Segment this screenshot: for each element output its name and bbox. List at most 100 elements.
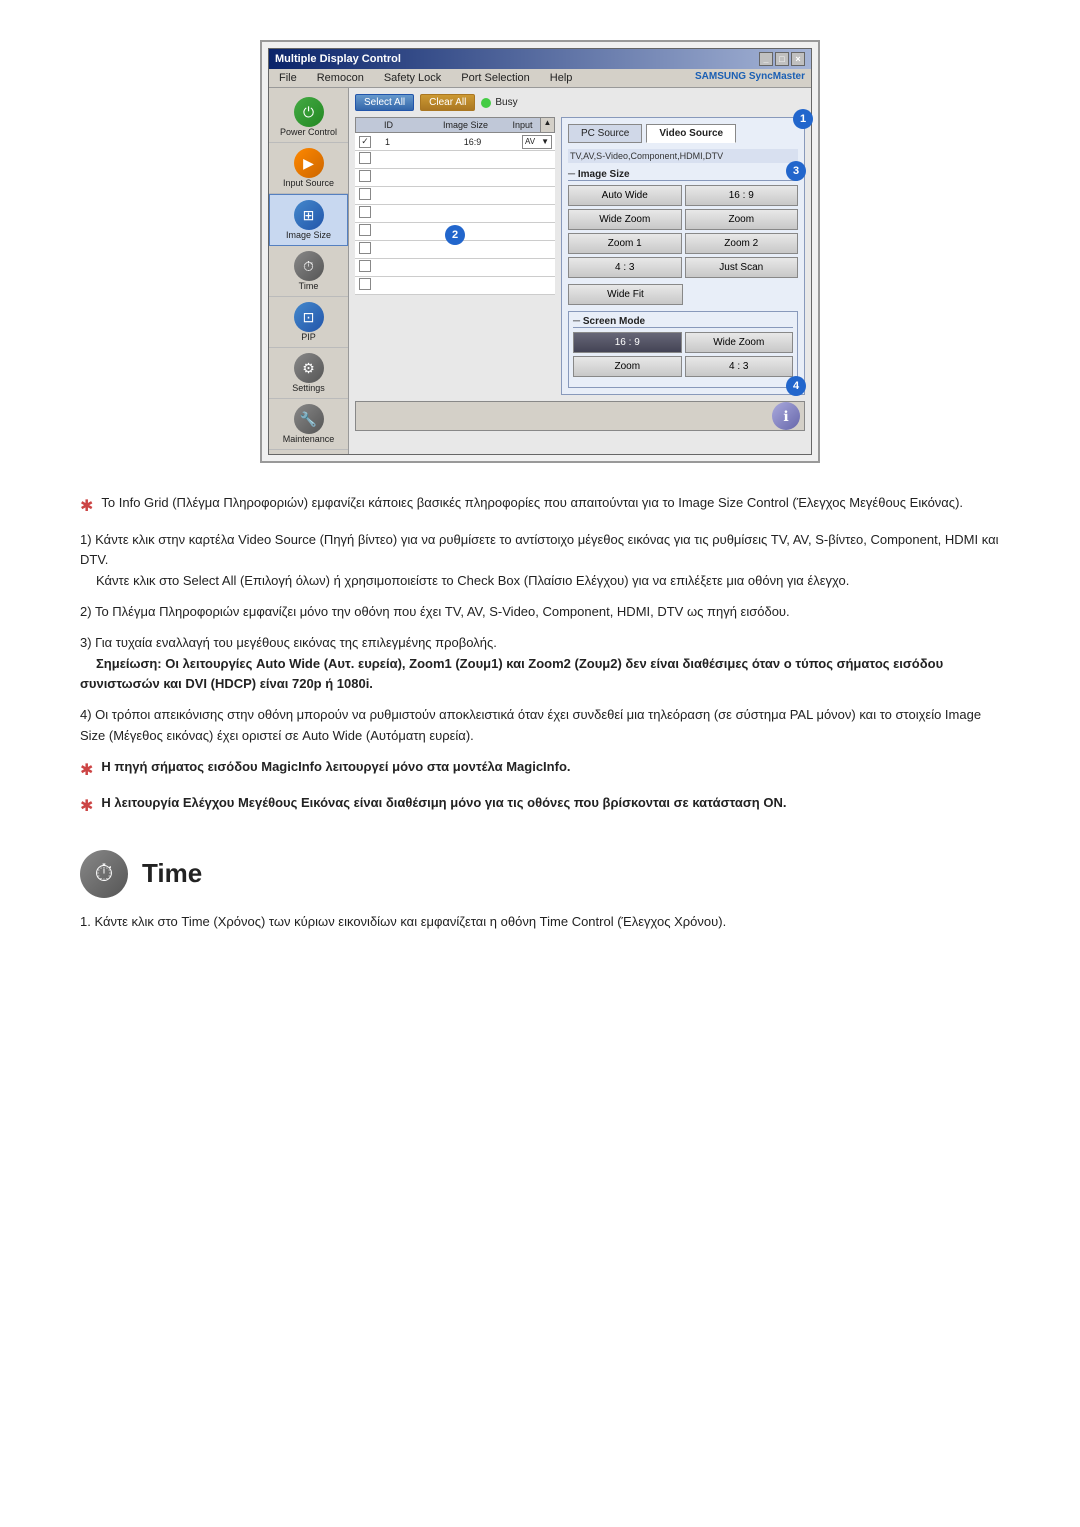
table-row — [355, 259, 555, 277]
screen-mode-label: ─ Screen Mode — [573, 316, 793, 328]
sidebar-label-pip: PIP — [301, 332, 316, 342]
busy-dot — [481, 98, 491, 108]
star-note-3: ✱ Η λειτουργία Ελέγχου Μεγέθους Εικόνας … — [80, 793, 1000, 820]
numbered-list: 1) Κάντε κλικ στην καρτέλα Video Source … — [80, 530, 1000, 747]
row-checkbox-9[interactable] — [359, 278, 371, 290]
row-checkbox-6[interactable] — [359, 224, 371, 236]
table-row — [355, 205, 555, 223]
numbered-item-2: 2) Το Πλέγμα Πληροφοριών εμφανίζει μόνο … — [80, 602, 1000, 623]
row-checkbox-3[interactable] — [359, 170, 371, 182]
sidebar-label-time: Time — [299, 281, 319, 291]
bottom-icon[interactable]: ℹ — [772, 402, 800, 430]
wide-zoom-button[interactable]: Wide Zoom — [568, 209, 682, 230]
star-icon-3: ✱ — [80, 794, 93, 820]
row-checkbox-7[interactable] — [359, 242, 371, 254]
row-checkbox-2[interactable] — [359, 152, 371, 164]
zoom1-button[interactable]: Zoom 1 — [568, 233, 682, 254]
badge-2: 2 — [445, 225, 465, 245]
row-checkbox-8[interactable] — [359, 260, 371, 272]
time-icon: ⏱ — [294, 251, 324, 281]
source-subtitle: TV,AV,S-Video,Component,HDMI,DTV — [568, 149, 798, 163]
th-icon — [401, 118, 426, 132]
close-button[interactable]: × — [791, 52, 805, 66]
bottom-bar: ℹ — [355, 401, 805, 431]
menu-help[interactable]: Help — [546, 71, 577, 85]
input-value: AV — [525, 137, 535, 146]
input-source-icon: ▶ — [294, 148, 324, 178]
table-row — [355, 169, 555, 187]
time-note-1-text: Κάντε κλικ στο Time (Χρόνος) των κύριων … — [94, 914, 726, 929]
badge-3: 3 — [786, 161, 806, 181]
minimize-button[interactable]: _ — [759, 52, 773, 66]
row-id: 1 — [375, 136, 400, 148]
item-3-text: Για τυχαία εναλλαγή του μεγέθους εικόνας… — [95, 635, 497, 650]
star-note-3-text: Η λειτουργία Ελέγχου Μεγέθους Εικόνας εί… — [101, 793, 786, 814]
menu-remocon[interactable]: Remocon — [313, 71, 368, 85]
sidebar-item-power-control[interactable]: ⏻ Power Control — [269, 92, 348, 143]
sidebar-label-image-size: Image Size — [286, 230, 331, 240]
source-tabs: PC Source Video Source — [568, 124, 798, 143]
dropdown-arrow: ▼ — [541, 137, 549, 146]
sidebar-item-image-size[interactable]: ⊞ Image Size — [269, 194, 348, 246]
image-size-section: 3 ─ Image Size Auto Wide 16 : 9 Wide Zoo… — [568, 169, 798, 305]
maintenance-icon: 🔧 — [294, 404, 324, 434]
ratio-16-9-button[interactable]: 16 : 9 — [685, 185, 799, 206]
select-all-button[interactable]: Select All — [355, 94, 414, 111]
sidebar-label-settings: Settings — [292, 383, 325, 393]
row-checkbox-5[interactable] — [359, 206, 371, 218]
screen-mode-section: 4 ─ Screen Mode 16 : 9 Wide Zoom Zoom — [568, 311, 798, 388]
table-row — [355, 151, 555, 169]
wide-fit-button[interactable]: Wide Fit — [568, 284, 683, 305]
clear-all-button[interactable]: Clear All — [420, 94, 475, 111]
th-id: ID — [376, 118, 401, 132]
settings-icon: ⚙ — [294, 353, 324, 383]
maximize-button[interactable]: □ — [775, 52, 789, 66]
input-dropdown[interactable]: AV ▼ — [522, 135, 552, 149]
table-area: ID Image Size Input ▲ ✓ 1 16:9 — [355, 117, 805, 395]
ratio-4-3-button[interactable]: 4 : 3 — [568, 257, 682, 278]
sidebar-item-settings[interactable]: ⚙ Settings — [269, 348, 348, 399]
row-checkbox-4[interactable] — [359, 188, 371, 200]
row-checkbox[interactable]: ✓ — [359, 136, 371, 148]
image-size-label: ─ Image Size — [568, 169, 798, 181]
star-icon-2: ✱ — [80, 758, 93, 784]
menu-safety-lock[interactable]: Safety Lock — [380, 71, 445, 85]
just-scan-button[interactable]: Just Scan — [685, 257, 799, 278]
sidebar-item-input-source[interactable]: ▶ Input Source — [269, 143, 348, 194]
row-icon — [400, 141, 425, 143]
sidebar-item-time[interactable]: ⏱ Time — [269, 246, 348, 297]
right-panel-wrapper: 1 PC Source Video Source TV,AV,S-Video,C… — [561, 117, 805, 395]
screen-16-9-button[interactable]: 16 : 9 — [573, 332, 682, 353]
time-section-header: ⏱ Time — [80, 850, 1000, 898]
star-note-2-text: Η πηγή σήματος εισόδου MagicInfo λειτουρ… — [101, 757, 570, 778]
screen-zoom-button[interactable]: Zoom — [573, 356, 682, 377]
tab-video-source[interactable]: Video Source — [646, 124, 736, 143]
sidebar-label-power: Power Control — [280, 127, 337, 137]
item-3-bold: Σημείωση: Οι λειτουργίες Auto Wide (Αυτ.… — [80, 656, 943, 692]
screen-mode-panel: ─ Screen Mode 16 : 9 Wide Zoom Zoom 4 : … — [568, 311, 798, 388]
title-bar: Multiple Display Control _ □ × — [269, 49, 811, 69]
screen-4-3-button[interactable]: 4 : 3 — [685, 356, 794, 377]
sidebar-label-maintenance: Maintenance — [283, 434, 335, 444]
th-input: Input — [505, 118, 540, 132]
auto-wide-button[interactable]: Auto Wide — [568, 185, 682, 206]
zoom2-button[interactable]: Zoom 2 — [685, 233, 799, 254]
time-section-icon: ⏱ — [80, 850, 128, 898]
menu-file[interactable]: File — [275, 71, 301, 85]
time-section-title: Time — [142, 853, 202, 895]
screen-wide-zoom-button[interactable]: Wide Zoom — [685, 332, 794, 353]
table-row — [355, 187, 555, 205]
item-2-text: Το Πλέγμα Πληροφοριών εμφανίζει μόνο την… — [95, 604, 790, 619]
row-image-size: 16:9 — [425, 136, 520, 148]
menu-port-selection[interactable]: Port Selection — [457, 71, 533, 85]
table-scroll-up[interactable]: ▲ — [540, 118, 554, 132]
star-note-1-text: Το Info Grid (Πλέγμα Πληροφοριών) εμφανί… — [101, 493, 963, 514]
zoom-button[interactable]: Zoom — [685, 209, 799, 230]
tab-pc-source[interactable]: PC Source — [568, 124, 642, 143]
sidebar-item-maintenance[interactable]: 🔧 Maintenance — [269, 399, 348, 450]
window-controls: _ □ × — [759, 52, 805, 66]
table-header: ID Image Size Input ▲ — [355, 117, 555, 133]
busy-label: Busy — [495, 97, 517, 108]
pip-icon: ⊡ — [294, 302, 324, 332]
sidebar-item-pip[interactable]: ⊡ PIP — [269, 297, 348, 348]
